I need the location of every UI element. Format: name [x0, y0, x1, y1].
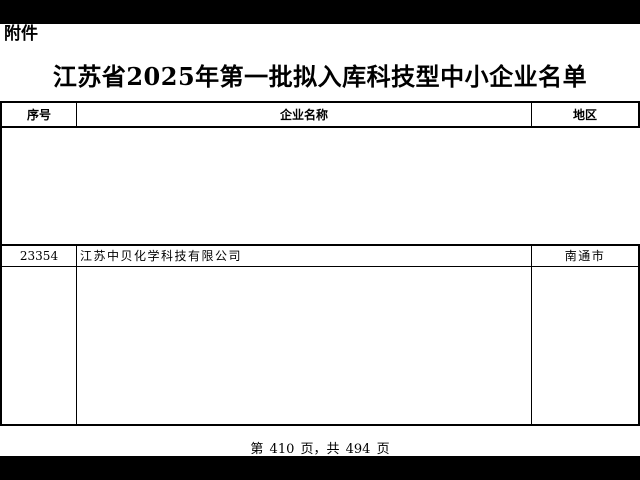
cell-region: 南通市	[564, 249, 606, 263]
header-company: 企业名称	[279, 108, 328, 122]
table-top-border	[0, 101, 640, 103]
page-footer: 第 410 页，共 494 页	[250, 442, 390, 457]
cell-serial: 23354	[19, 249, 59, 263]
document-title: 江苏省2025年第一批拟入库科技型中小企业名单	[52, 62, 588, 91]
attachment-label: 附件	[4, 24, 38, 44]
header-bottom-border	[0, 126, 640, 128]
col-divider-2-body	[531, 244, 532, 426]
document-page: 附件 江苏省2025年第一批拟入库科技型中小企业名单 序号 企业名称 地区 23…	[0, 24, 640, 457]
header-serial: 序号	[26, 108, 51, 122]
cell-company: 江苏中贝化学科技有限公司	[80, 249, 243, 263]
col-divider-1-body	[76, 244, 77, 426]
row-bottom-border	[0, 266, 640, 267]
header-region: 地区	[572, 108, 597, 122]
table-bottom-border	[0, 424, 640, 426]
